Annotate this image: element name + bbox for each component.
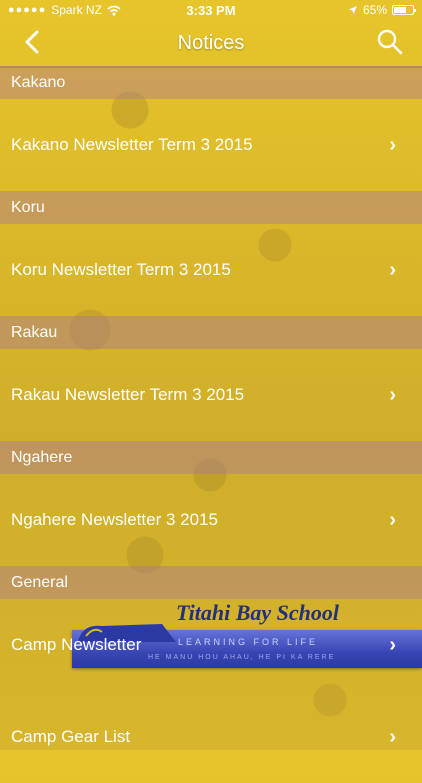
- page-title: Notices: [177, 31, 245, 54]
- chevron-right-icon: ›: [389, 258, 396, 281]
- section-header-label: Kakano: [11, 73, 66, 91]
- chevron-right-icon: ›: [389, 133, 396, 156]
- notice-row-koru-newsletter[interactable]: Koru Newsletter Term 3 2015 ›: [0, 224, 422, 316]
- section-header-label: Ngahere: [11, 448, 73, 466]
- chevron-left-icon: [25, 30, 39, 54]
- notice-row-camp-newsletter[interactable]: Camp Newsletter ›: [0, 599, 422, 691]
- notices-list: Kakano Kakano Newsletter Term 3 2015 › K…: [0, 66, 422, 783]
- search-icon: [377, 29, 403, 55]
- notice-row-ngahere-newsletter[interactable]: Ngahere Newsletter 3 2015 ›: [0, 474, 422, 566]
- status-bar: ●●●●● Spark NZ 3:33 PM 65%: [0, 0, 422, 20]
- back-button[interactable]: [18, 28, 46, 56]
- section-header-label: Rakau: [11, 323, 58, 341]
- section-header-koru: Koru: [0, 191, 422, 224]
- section-header-ngahere: Ngahere: [0, 441, 422, 474]
- section-header-rakau: Rakau: [0, 316, 422, 349]
- chevron-right-icon: ›: [389, 725, 396, 748]
- notice-label: Kakano Newsletter Term 3 2015: [11, 135, 253, 154]
- notice-label: Camp Newsletter: [11, 635, 142, 654]
- section-header-label: Koru: [11, 198, 45, 216]
- section-header-kakano: Kakano: [0, 66, 422, 99]
- clock-time: 3:33 PM: [186, 2, 236, 18]
- notice-label: Koru Newsletter Term 3 2015: [11, 260, 231, 279]
- notice-label: Ngahere Newsletter 3 2015: [11, 510, 218, 529]
- navigation-bar: Notices: [0, 20, 422, 68]
- notice-label: Camp Gear List: [11, 727, 131, 746]
- section-header-general: General: [0, 566, 422, 599]
- search-button[interactable]: [376, 28, 404, 56]
- notice-row-camp-gear-list[interactable]: Camp Gear List ›: [0, 691, 422, 783]
- notice-row-rakau-newsletter[interactable]: Rakau Newsletter Term 3 2015 ›: [0, 349, 422, 441]
- battery-icon: [392, 5, 416, 15]
- chevron-right-icon: ›: [389, 383, 396, 406]
- notice-row-kakano-newsletter[interactable]: Kakano Newsletter Term 3 2015 ›: [0, 99, 422, 191]
- chevron-right-icon: ›: [389, 633, 396, 656]
- chevron-right-icon: ›: [389, 508, 396, 531]
- section-header-label: General: [11, 573, 68, 591]
- notice-label: Rakau Newsletter Term 3 2015: [11, 385, 245, 404]
